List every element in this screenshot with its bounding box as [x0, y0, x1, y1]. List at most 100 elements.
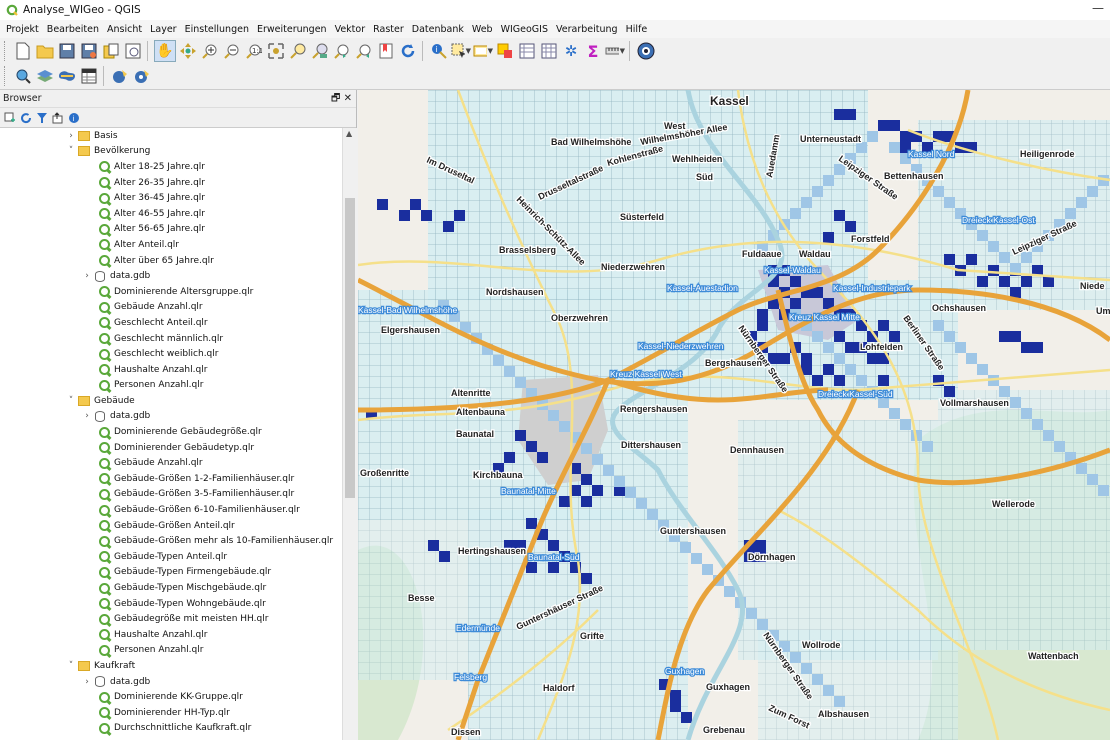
tree-layer-file-item[interactable]: Dominierender HH-Typ.qlr [0, 705, 342, 721]
tree-folder-item[interactable]: ˅ Gebäude [0, 393, 342, 409]
chevron-down-icon[interactable]: ˅ [64, 661, 78, 671]
tree-layer-file-item[interactable]: Alter 26-35 Jahre.qlr [0, 175, 342, 191]
tree-layer-file-item[interactable]: Alter über 65 Jahre.qlr [0, 253, 342, 269]
wigeo-map-icon[interactable] [57, 66, 77, 86]
refresh-browser-icon[interactable] [20, 112, 32, 124]
menu-verarbeitung[interactable]: Verarbeitung [556, 24, 618, 35]
add-selected-layers-icon[interactable] [4, 112, 16, 124]
map-tips-icon[interactable] [636, 41, 656, 61]
chevron-down-icon[interactable]: ˅ [64, 146, 78, 156]
open-attribute-table-icon[interactable] [495, 41, 515, 61]
layer-stack-icon[interactable] [35, 66, 55, 86]
zoom-in-icon[interactable] [200, 41, 220, 61]
tree-layer-file-item[interactable]: Gebäude-Typen Firmengebäude.qlr [0, 565, 342, 581]
tree-layer-file-item[interactable]: Haushalte Anzahl.qlr [0, 627, 342, 643]
tree-layer-file-item[interactable]: Gebäude Anzahl.qlr [0, 300, 342, 316]
collapse-all-icon[interactable] [52, 111, 64, 124]
tree-layer-file-item[interactable]: Gebäude-Größen Anteil.qlr [0, 518, 342, 534]
tree-layer-file-item[interactable]: Personen Anzahl.qlr [0, 643, 342, 659]
menu-web[interactable]: Web [472, 24, 493, 35]
project-templates-icon[interactable] [101, 41, 121, 61]
menu-bearbeiten[interactable]: Bearbeiten [47, 24, 99, 35]
tree-database-item[interactable]: › data.gdb [0, 268, 342, 284]
new-bookmark-icon[interactable] [376, 41, 396, 61]
tree-layer-file-item[interactable]: Dominierende KK-Gruppe.qlr [0, 689, 342, 705]
tree-layer-file-item[interactable]: Alter 18-25 Jahre.qlr [0, 159, 342, 175]
zoom-full-icon[interactable] [266, 41, 286, 61]
menu-wigeogis[interactable]: WIGeoGIS [501, 24, 548, 35]
tree-database-item[interactable]: › data.gdb [0, 409, 342, 425]
deselect-icon[interactable]: ▼ [473, 41, 493, 61]
zoom-last-icon[interactable] [332, 41, 352, 61]
tree-layer-file-item[interactable]: Gebäude Anzahl.qlr [0, 455, 342, 471]
minimize-button[interactable]: — [1092, 1, 1104, 15]
tree-layer-file-item[interactable]: Gebäude-Typen Wohngebäude.qlr [0, 596, 342, 612]
chevron-right-icon[interactable]: › [80, 271, 94, 281]
tree-layer-file-item[interactable]: Gebäude-Größen 6-10-Familienhäuser.qlr [0, 502, 342, 518]
select-features-icon[interactable]: ▼ [451, 41, 471, 61]
tree-layer-file-item[interactable]: Alter 46-55 Jahre.qlr [0, 206, 342, 222]
tree-layer-file-item[interactable]: Geschlecht männlich.qlr [0, 331, 342, 347]
zoom-to-layer-icon[interactable] [310, 41, 330, 61]
menu-layer[interactable]: Layer [150, 24, 177, 35]
menu-vektor[interactable]: Vektor [335, 24, 366, 35]
properties-info-icon[interactable]: i [68, 112, 80, 124]
sum-icon[interactable]: Σ [583, 41, 603, 61]
refresh-icon[interactable] [398, 41, 418, 61]
statistics-icon[interactable] [539, 41, 559, 61]
tree-layer-file-item[interactable]: Gebäude-Größen 3-5-Familienhäuser.qlr [0, 487, 342, 503]
pan-to-selection-icon[interactable] [178, 41, 198, 61]
tree-layer-file-item[interactable]: Dominierende Altersgruppe.qlr [0, 284, 342, 300]
tree-layer-file-item[interactable]: Alter Anteil.qlr [0, 237, 342, 253]
zoom-to-selection-icon[interactable] [288, 41, 308, 61]
search-layers-icon[interactable] [13, 66, 33, 86]
gear-icon[interactable]: ✲ [561, 41, 581, 61]
tree-layer-file-item[interactable]: Dominierende Gebäudegröße.qlr [0, 424, 342, 440]
wigeo-tool-2-icon[interactable] [132, 66, 152, 86]
menu-projekt[interactable]: Projekt [6, 24, 39, 35]
field-calculator-icon[interactable] [517, 41, 537, 61]
filter-browser-icon[interactable] [36, 112, 48, 124]
panel-float-close-buttons[interactable]: 🗗 ✕ [331, 91, 352, 108]
scrollbar-thumb[interactable] [345, 198, 355, 498]
menu-ansicht[interactable]: Ansicht [107, 24, 142, 35]
menu-einstellungen[interactable]: Einstellungen [185, 24, 249, 35]
new-project-icon[interactable] [13, 41, 33, 61]
pan-icon[interactable]: ✋ [154, 40, 176, 62]
tree-folder-item[interactable]: › Basis [0, 128, 342, 144]
wigeo-table-icon[interactable] [79, 66, 99, 86]
menu-raster[interactable]: Raster [373, 24, 404, 35]
chevron-right-icon[interactable]: › [80, 677, 94, 687]
chevron-right-icon[interactable]: › [64, 131, 78, 141]
identify-icon[interactable]: i [429, 41, 449, 61]
tree-layer-file-item[interactable]: Gebäude-Typen Anteil.qlr [0, 549, 342, 565]
tree-layer-file-item[interactable]: Haushalte Anzahl.qlr [0, 362, 342, 378]
menu-erweiterungen[interactable]: Erweiterungen [257, 24, 327, 35]
menu-hilfe[interactable]: Hilfe [626, 24, 648, 35]
tree-folder-item[interactable]: ˅ Kaufkraft [0, 658, 342, 674]
chevron-right-icon[interactable]: › [80, 411, 94, 421]
tree-layer-file-item[interactable]: Durchschnittliche Kaufkraft.qlr [0, 721, 342, 737]
save-project-icon[interactable] [57, 41, 77, 61]
tree-layer-file-item[interactable]: Gebäude-Größen mehr als 10-Familienhäuse… [0, 533, 342, 549]
zoom-out-icon[interactable] [222, 41, 242, 61]
print-layout-icon[interactable] [123, 41, 143, 61]
tree-database-item[interactable]: › data.gdb [0, 674, 342, 690]
tree-layer-file-item[interactable]: Geschlecht Anteil.qlr [0, 315, 342, 331]
zoom-next-icon[interactable] [354, 41, 374, 61]
tree-layer-file-item[interactable]: Gebäude-Größen 1-2-Familienhäuser.qlr [0, 471, 342, 487]
tree-layer-file-item[interactable]: Gebäudegröße mit meisten HH.qlr [0, 611, 342, 627]
save-as-icon[interactable] [79, 41, 99, 61]
browser-scrollbar[interactable]: ▲ [342, 128, 357, 740]
tree-layer-file-item[interactable]: Alter 56-65 Jahre.qlr [0, 222, 342, 238]
toolbar-grip-2[interactable] [4, 66, 8, 86]
tree-layer-file-item[interactable]: Dominierender Gebäudetyp.qlr [0, 440, 342, 456]
scroll-up-arrow-icon[interactable]: ▲ [346, 129, 352, 138]
chevron-down-icon[interactable]: ˅ [64, 396, 78, 406]
open-project-icon[interactable] [35, 41, 55, 61]
tree-layer-file-item[interactable]: Geschlecht weiblich.qlr [0, 346, 342, 362]
map-canvas[interactable]: Kassel West Bad Wilhelmshöhe Wilhelmshöher … [358, 90, 1110, 740]
wigeo-tool-1-icon[interactable] [110, 66, 130, 86]
tree-layer-file-item[interactable]: Personen Anzahl.qlr [0, 378, 342, 394]
tree-layer-file-item[interactable]: Alter 36-45 Jahre.qlr [0, 190, 342, 206]
